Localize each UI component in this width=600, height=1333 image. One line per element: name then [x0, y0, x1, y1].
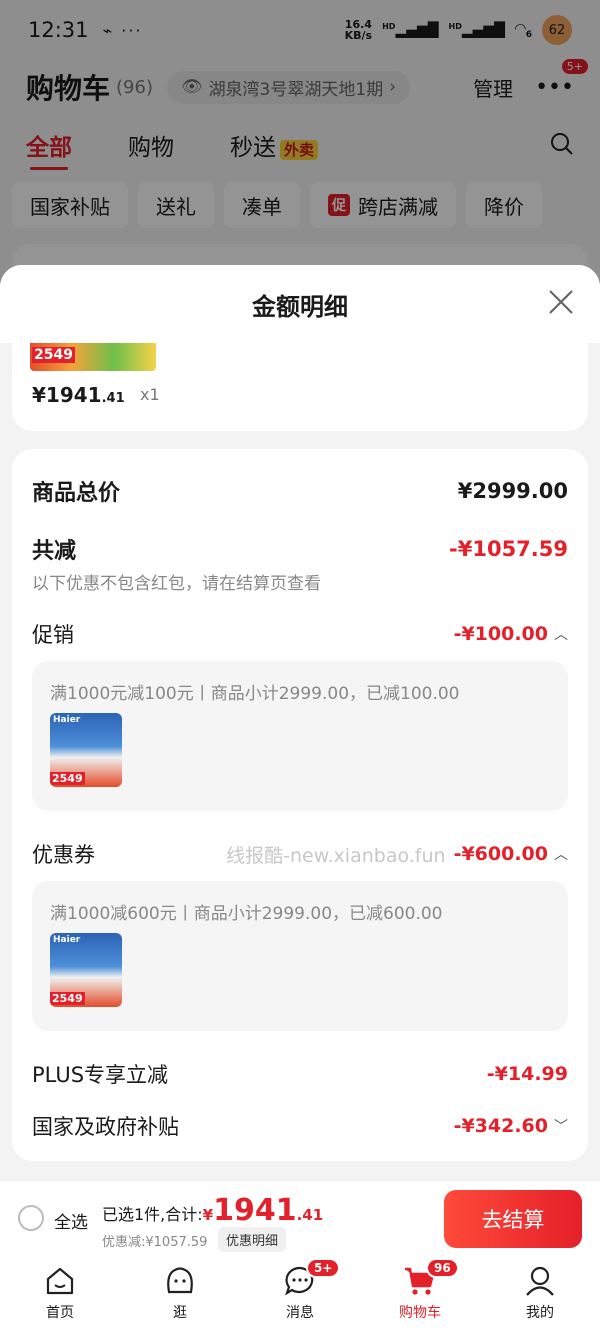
close-icon[interactable]	[546, 287, 576, 317]
price-breakdown-card: 商品总价 ¥2999.00 共减 -¥1057.59 以下优惠不包含红包，请在结…	[12, 449, 588, 1161]
product-quantity: x1	[140, 385, 160, 404]
total-reduction-row: 共减 -¥1057.59	[32, 533, 568, 565]
chevron-down-icon[interactable]: ﹀	[554, 1116, 568, 1136]
checkout-button[interactable]: 去结算	[444, 1190, 582, 1248]
checkout-summary: 已选1件,合计:¥1941.41	[102, 1193, 324, 1228]
browse-icon	[167, 1267, 193, 1294]
total-price-row: 商品总价 ¥2999.00	[32, 475, 568, 507]
checkout-bar: 全选 已选1件,合计:¥1941.41 优惠减:¥1057.59 优惠明细 去结…	[0, 1180, 600, 1256]
discount-detail-button[interactable]: 优惠明细	[218, 1227, 287, 1252]
profile-icon	[526, 1266, 554, 1296]
checkout-total: 1941	[213, 1193, 297, 1228]
plus-discount-label: PLUS专享立减	[32, 1063, 169, 1087]
coupon-label: 优惠券	[32, 843, 95, 867]
promotion-row[interactable]: 促销 -¥100.00 ︿	[32, 619, 568, 649]
coupon-row[interactable]: 优惠券 线报酷-new.xianbao.fun -¥600.00 ︿	[32, 839, 568, 869]
plus-discount-row: PLUS专享立减 -¥14.99	[32, 1059, 568, 1089]
nav-messages[interactable]: 5+ 消息	[240, 1256, 360, 1333]
chevron-up-icon[interactable]: ︿	[554, 844, 568, 864]
coupon-product-thumbnail: Haier 2549	[50, 933, 122, 1007]
product-summary-card: 2549 ¥1941.41 x1	[12, 343, 588, 431]
chevron-up-icon[interactable]: ︿	[554, 624, 568, 644]
promotion-label: 促销	[32, 623, 74, 647]
coupon-detail-box: 满1000减600元丨商品小计2999.00，已减600.00 Haier 25…	[32, 881, 568, 1031]
product-thumbnail: 2549	[30, 343, 156, 371]
home-icon	[46, 1267, 74, 1295]
total-reduction-label: 共减	[32, 539, 77, 564]
amount-detail-sheet: 金额明细 2549 ¥1941.41 x1 商品总价 ¥2999.00 共减 -…	[0, 265, 600, 1180]
cart-badge: 96	[426, 1258, 459, 1278]
promotion-value: -¥100.00	[453, 623, 548, 645]
coupon-detail-text: 满1000减600元丨商品小计2999.00，已减600.00	[50, 904, 443, 924]
nav-browse[interactable]: 逛	[120, 1256, 240, 1333]
promotion-product-thumbnail: Haier 2549	[50, 713, 122, 787]
sheet-title: 金额明细	[252, 292, 348, 321]
discount-amount: 优惠减:¥1057.59	[102, 1235, 208, 1250]
bottom-nav: 首页 逛 5+ 消息 96 购物车 我的	[0, 1256, 600, 1333]
message-badge: 5+	[306, 1258, 341, 1278]
reduction-note: 以下优惠不包含红包，请在结算页查看	[32, 574, 321, 594]
select-all-label[interactable]: 全选	[54, 1208, 88, 1233]
sheet-header: 金额明细	[0, 265, 600, 343]
product-price: ¥1941.41	[32, 383, 125, 407]
select-all-checkbox[interactable]	[18, 1205, 44, 1231]
subsidy-label: 国家及政府补贴	[32, 1115, 179, 1139]
total-price-value: ¥2999.00	[457, 479, 568, 503]
coupon-value: -¥600.00	[453, 843, 548, 865]
subsidy-value: -¥342.60	[453, 1115, 548, 1137]
total-reduction-value: -¥1057.59	[449, 537, 568, 561]
promotion-detail-text: 满1000元减100元丨商品小计2999.00，已减100.00	[50, 684, 460, 704]
nav-home[interactable]: 首页	[0, 1256, 120, 1333]
subsidy-row[interactable]: 国家及政府补贴 -¥342.60 ﹀	[32, 1111, 568, 1141]
watermark-text: 线报酷-new.xianbao.fun	[226, 844, 446, 867]
nav-cart[interactable]: 96 购物车	[360, 1256, 480, 1333]
total-price-label: 商品总价	[32, 481, 121, 506]
nav-profile[interactable]: 我的	[480, 1256, 600, 1333]
plus-discount-value: -¥14.99	[486, 1063, 568, 1085]
promotion-detail-box: 满1000元减100元丨商品小计2999.00，已减100.00 Haier 2…	[32, 661, 568, 811]
